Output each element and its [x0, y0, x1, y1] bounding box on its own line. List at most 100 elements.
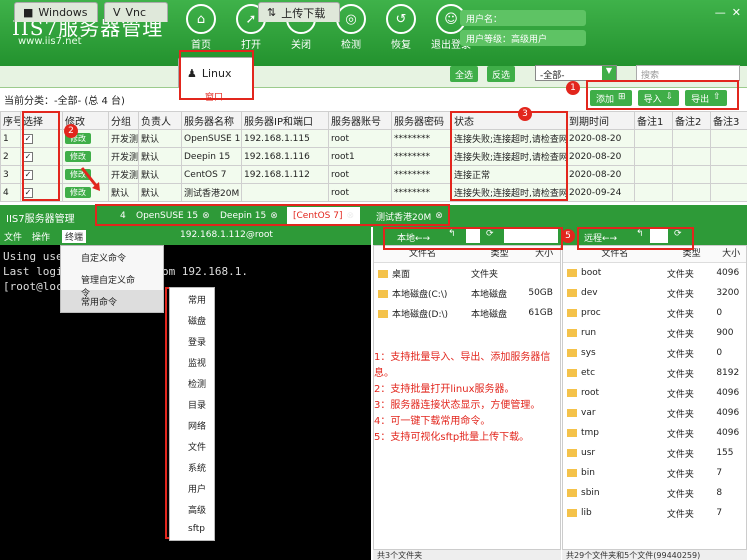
submenu-item[interactable]: 检测: [170, 372, 214, 393]
invert-selection-button[interactable]: 反选: [487, 66, 516, 82]
folder-icon: [567, 468, 577, 477]
menu-file[interactable]: 文件: [4, 230, 22, 243]
file-cell: 文件夹: [666, 369, 694, 380]
remote-path-dropdown[interactable]: [650, 229, 668, 243]
select-cell[interactable]: ✓: [20, 183, 63, 202]
file-row[interactable]: root 文件夹 4096: [563, 383, 746, 403]
tab-upload-download[interactable]: ⇅ 上传下载: [258, 2, 340, 22]
column-header: 负责人: [138, 111, 182, 130]
file-row[interactable]: dev 文件夹 3200: [563, 283, 746, 303]
file-column-header: 大小: [535, 249, 554, 259]
add-button[interactable]: 添加 ⊞: [590, 90, 632, 106]
file-name: sys: [581, 348, 596, 358]
up-icon[interactable]: ↰: [636, 229, 644, 239]
select-all-button[interactable]: 全选: [450, 66, 479, 82]
file-cell: 桌面: [374, 267, 471, 280]
edit-button[interactable]: 修改: [65, 151, 91, 162]
folder-icon: [567, 288, 577, 297]
file-row[interactable]: run 文件夹 900: [563, 323, 746, 343]
search-input[interactable]: 搜索: [636, 65, 740, 81]
note-line: 1：支持批量导入、导出、添加服务器信息。: [374, 352, 551, 379]
menu-item[interactable]: 自定义命令: [61, 246, 163, 268]
session-tab-hk[interactable]: 测试香港20M ⊗: [370, 207, 449, 225]
menu-operate[interactable]: 操作: [32, 230, 50, 243]
file-row[interactable]: sys 文件夹 0: [563, 343, 746, 363]
file-row[interactable]: usr 文件夹 155: [563, 443, 746, 463]
file-cell: sbin: [563, 488, 667, 498]
cell-owner: 默认: [138, 147, 182, 166]
row-checkbox[interactable]: ✓: [23, 151, 33, 162]
file-cell: etc: [563, 368, 667, 378]
home-icon: ⌂: [186, 4, 216, 34]
close-icon[interactable]: ✕: [732, 6, 741, 19]
row-checkbox[interactable]: ✓: [23, 133, 33, 144]
file-name: 桌面: [392, 269, 411, 280]
file-cell: 本地磁盘(C:\): [374, 287, 471, 300]
file-row[interactable]: etc 文件夹 8192: [563, 363, 746, 383]
nav-0[interactable]: ⌂ 首页: [176, 4, 226, 51]
local-path-dropdown[interactable]: [466, 229, 480, 243]
file-row[interactable]: var 文件夹 4096: [563, 403, 746, 423]
table-row[interactable]: 1 ✓ 修改 开发测 默认 OpenSUSE 1 192.168.1.115 root ****…: [0, 129, 747, 148]
cell-expire: 2020-08-20: [566, 165, 635, 184]
file-row[interactable]: tmp 文件夹 4096: [563, 423, 746, 443]
session-tab-opensuse[interactable]: OpenSUSE 15 ⊗: [130, 207, 216, 225]
file-row[interactable]: boot 文件夹 4096: [563, 263, 746, 283]
note-line: 2：支持批量打开linux服务器。: [374, 384, 515, 395]
tab-linux[interactable]: ♟ Linux: [178, 57, 254, 88]
nav-label: 首页: [191, 40, 211, 51]
import-button[interactable]: 导入 ⇩: [637, 90, 680, 106]
submenu-item[interactable]: 文件: [170, 435, 214, 456]
edit-cell[interactable]: 修改: [62, 147, 109, 166]
row-checkbox[interactable]: ✓: [23, 187, 33, 198]
submenu-item[interactable]: 磁盘: [170, 309, 214, 330]
file-cell: 文件夹: [470, 269, 498, 280]
tab-windows[interactable]: ■ Windows: [14, 2, 98, 22]
refresh-icon[interactable]: ⟳: [486, 229, 494, 239]
cell-owner: 默认: [138, 165, 182, 184]
select-cell[interactable]: ✓: [20, 129, 63, 148]
submenu-item[interactable]: 常用: [170, 288, 214, 309]
restore-icon: ↺: [386, 4, 416, 34]
nav-4[interactable]: ↺ 恢复: [376, 4, 426, 51]
submenu-item[interactable]: 目录: [170, 393, 214, 414]
minimize-icon[interactable]: —: [715, 6, 726, 19]
file-row[interactable]: bin 文件夹 7: [563, 463, 746, 483]
submenu-item[interactable]: 网络: [170, 414, 214, 435]
submenu-item[interactable]: 监视: [170, 351, 214, 372]
file-row[interactable]: sbin 文件夹 8: [563, 483, 746, 503]
refresh-icon[interactable]: ⟳: [674, 229, 682, 239]
session-tab-centos[interactable]: [CentOS 7] ⊗: [287, 207, 361, 225]
table-row[interactable]: 4 ✓ 修改 默认 默认 测试香港20M root ******** 连接失败;连接超时,请检查…: [0, 183, 747, 202]
file-row[interactable]: 本地磁盘(C:\) 本地磁盘 50GB: [374, 283, 560, 303]
menu-item[interactable]: 管理自定义命令: [61, 268, 163, 299]
up-icon[interactable]: ↰: [448, 229, 456, 239]
tab-vnc[interactable]: V Vnc: [104, 2, 168, 22]
submenu-item[interactable]: 用户: [170, 477, 214, 498]
submenu-item[interactable]: sftp: [170, 519, 214, 540]
file-row[interactable]: 桌面 文件夹: [374, 263, 560, 283]
remark-cell: [672, 147, 711, 166]
file-cell: 0: [716, 308, 723, 318]
file-row[interactable]: proc 文件夹 0: [563, 303, 746, 323]
submenu-item[interactable]: 高级: [170, 498, 214, 519]
file-column-header: 类型: [490, 249, 509, 259]
select-cell[interactable]: ✓: [20, 147, 63, 166]
menu-terminal[interactable]: 终端: [62, 230, 87, 243]
row-checkbox[interactable]: ✓: [23, 169, 33, 180]
file-row[interactable]: 本地磁盘(D:\) 本地磁盘 61GB: [374, 303, 560, 323]
table-row[interactable]: 3 ✓ 修改 开发测 默认 CentOS 7 192.168.1.112 root ******…: [0, 165, 747, 184]
select-cell[interactable]: ✓: [20, 165, 63, 184]
cell-acct: root: [328, 183, 392, 202]
session-tab-deepin[interactable]: Deepin 15 ⊗: [214, 207, 284, 225]
menu-item[interactable]: 常用命令: [61, 290, 163, 312]
group-filter-select[interactable]: -全部- ▼: [535, 65, 617, 81]
submenu-item[interactable]: 登录: [170, 330, 214, 351]
file-row[interactable]: lib 文件夹 7: [563, 503, 746, 523]
table-row[interactable]: 2 ✓ 修改 开发测 默认 Deepin 15 192.168.1.116 root1 ****…: [0, 147, 747, 166]
cell-ip: [241, 183, 329, 202]
export-button[interactable]: 导出 ⇧: [685, 90, 727, 106]
submenu-item[interactable]: 系统: [170, 456, 214, 477]
local-search-input[interactable]: [504, 229, 558, 243]
note-line: 4：可一键下载常用命令。: [374, 416, 491, 427]
